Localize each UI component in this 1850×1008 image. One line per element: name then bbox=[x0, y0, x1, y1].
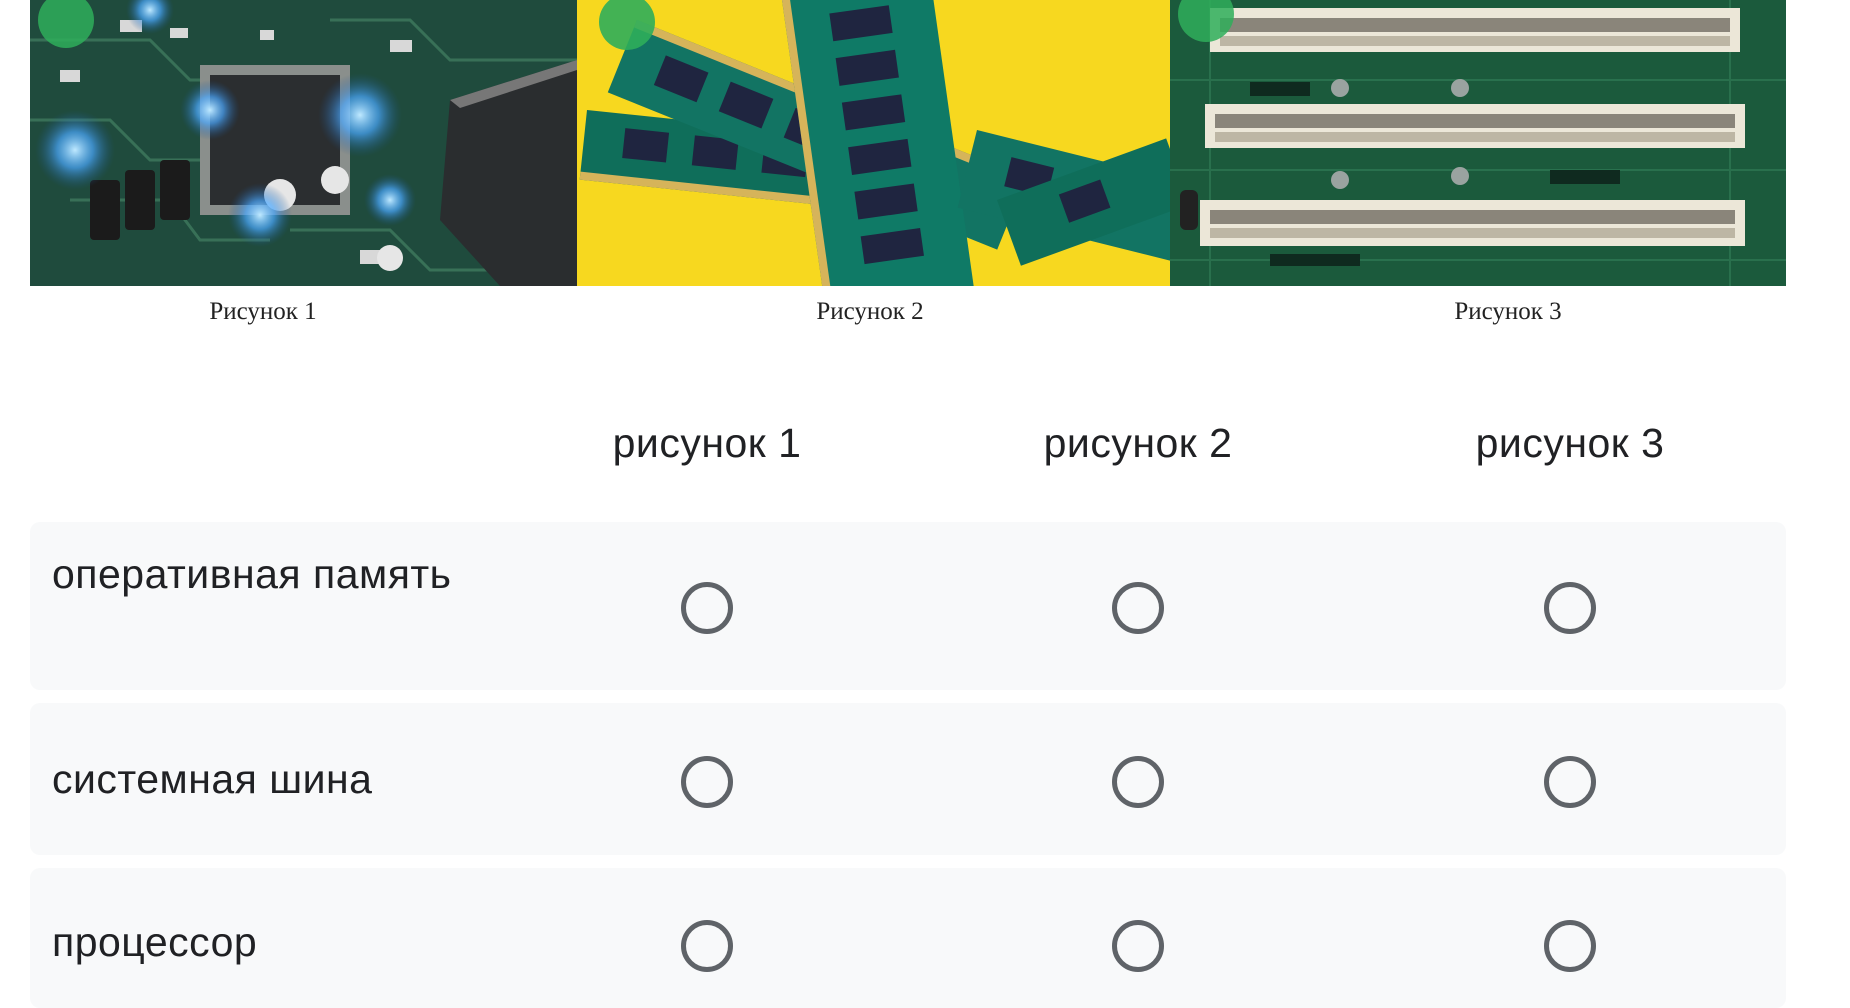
radio-ram-figure-2[interactable] bbox=[1112, 582, 1164, 634]
radio-ram-figure-3[interactable] bbox=[1544, 582, 1596, 634]
figure-caption-1: Рисунок 1 bbox=[209, 298, 317, 325]
ram-modules-photo bbox=[577, 0, 1170, 286]
row-label-processor: процессор bbox=[52, 919, 258, 965]
figure-caption-3: Рисунок 3 bbox=[1454, 298, 1562, 325]
grid-row-ram: оперативная память bbox=[30, 522, 1786, 690]
radio-cpu-figure-3[interactable] bbox=[1544, 920, 1596, 972]
figure-caption-2: Рисунок 2 bbox=[816, 298, 924, 325]
circuit-board-photo bbox=[30, 0, 577, 286]
column-header-3: рисунок 3 bbox=[1475, 420, 1665, 466]
grid-row-processor: процессор bbox=[30, 868, 1786, 1008]
radio-cpu-figure-2[interactable] bbox=[1112, 920, 1164, 972]
column-header-1: рисунок 1 bbox=[612, 420, 802, 466]
pci-slots-photo bbox=[1170, 0, 1786, 286]
radio-bus-figure-3[interactable] bbox=[1544, 756, 1596, 808]
radio-cpu-figure-1[interactable] bbox=[681, 920, 733, 972]
radio-bus-figure-1[interactable] bbox=[681, 756, 733, 808]
radio-ram-figure-1[interactable] bbox=[681, 582, 733, 634]
row-label-ram: оперативная память bbox=[52, 551, 452, 597]
row-label-system-bus: системная шина bbox=[52, 756, 373, 802]
grid-row-system-bus: системная шина bbox=[30, 703, 1786, 855]
image-strip bbox=[30, 0, 1786, 286]
column-header-2: рисунок 2 bbox=[1043, 420, 1233, 466]
radio-bus-figure-2[interactable] bbox=[1112, 756, 1164, 808]
